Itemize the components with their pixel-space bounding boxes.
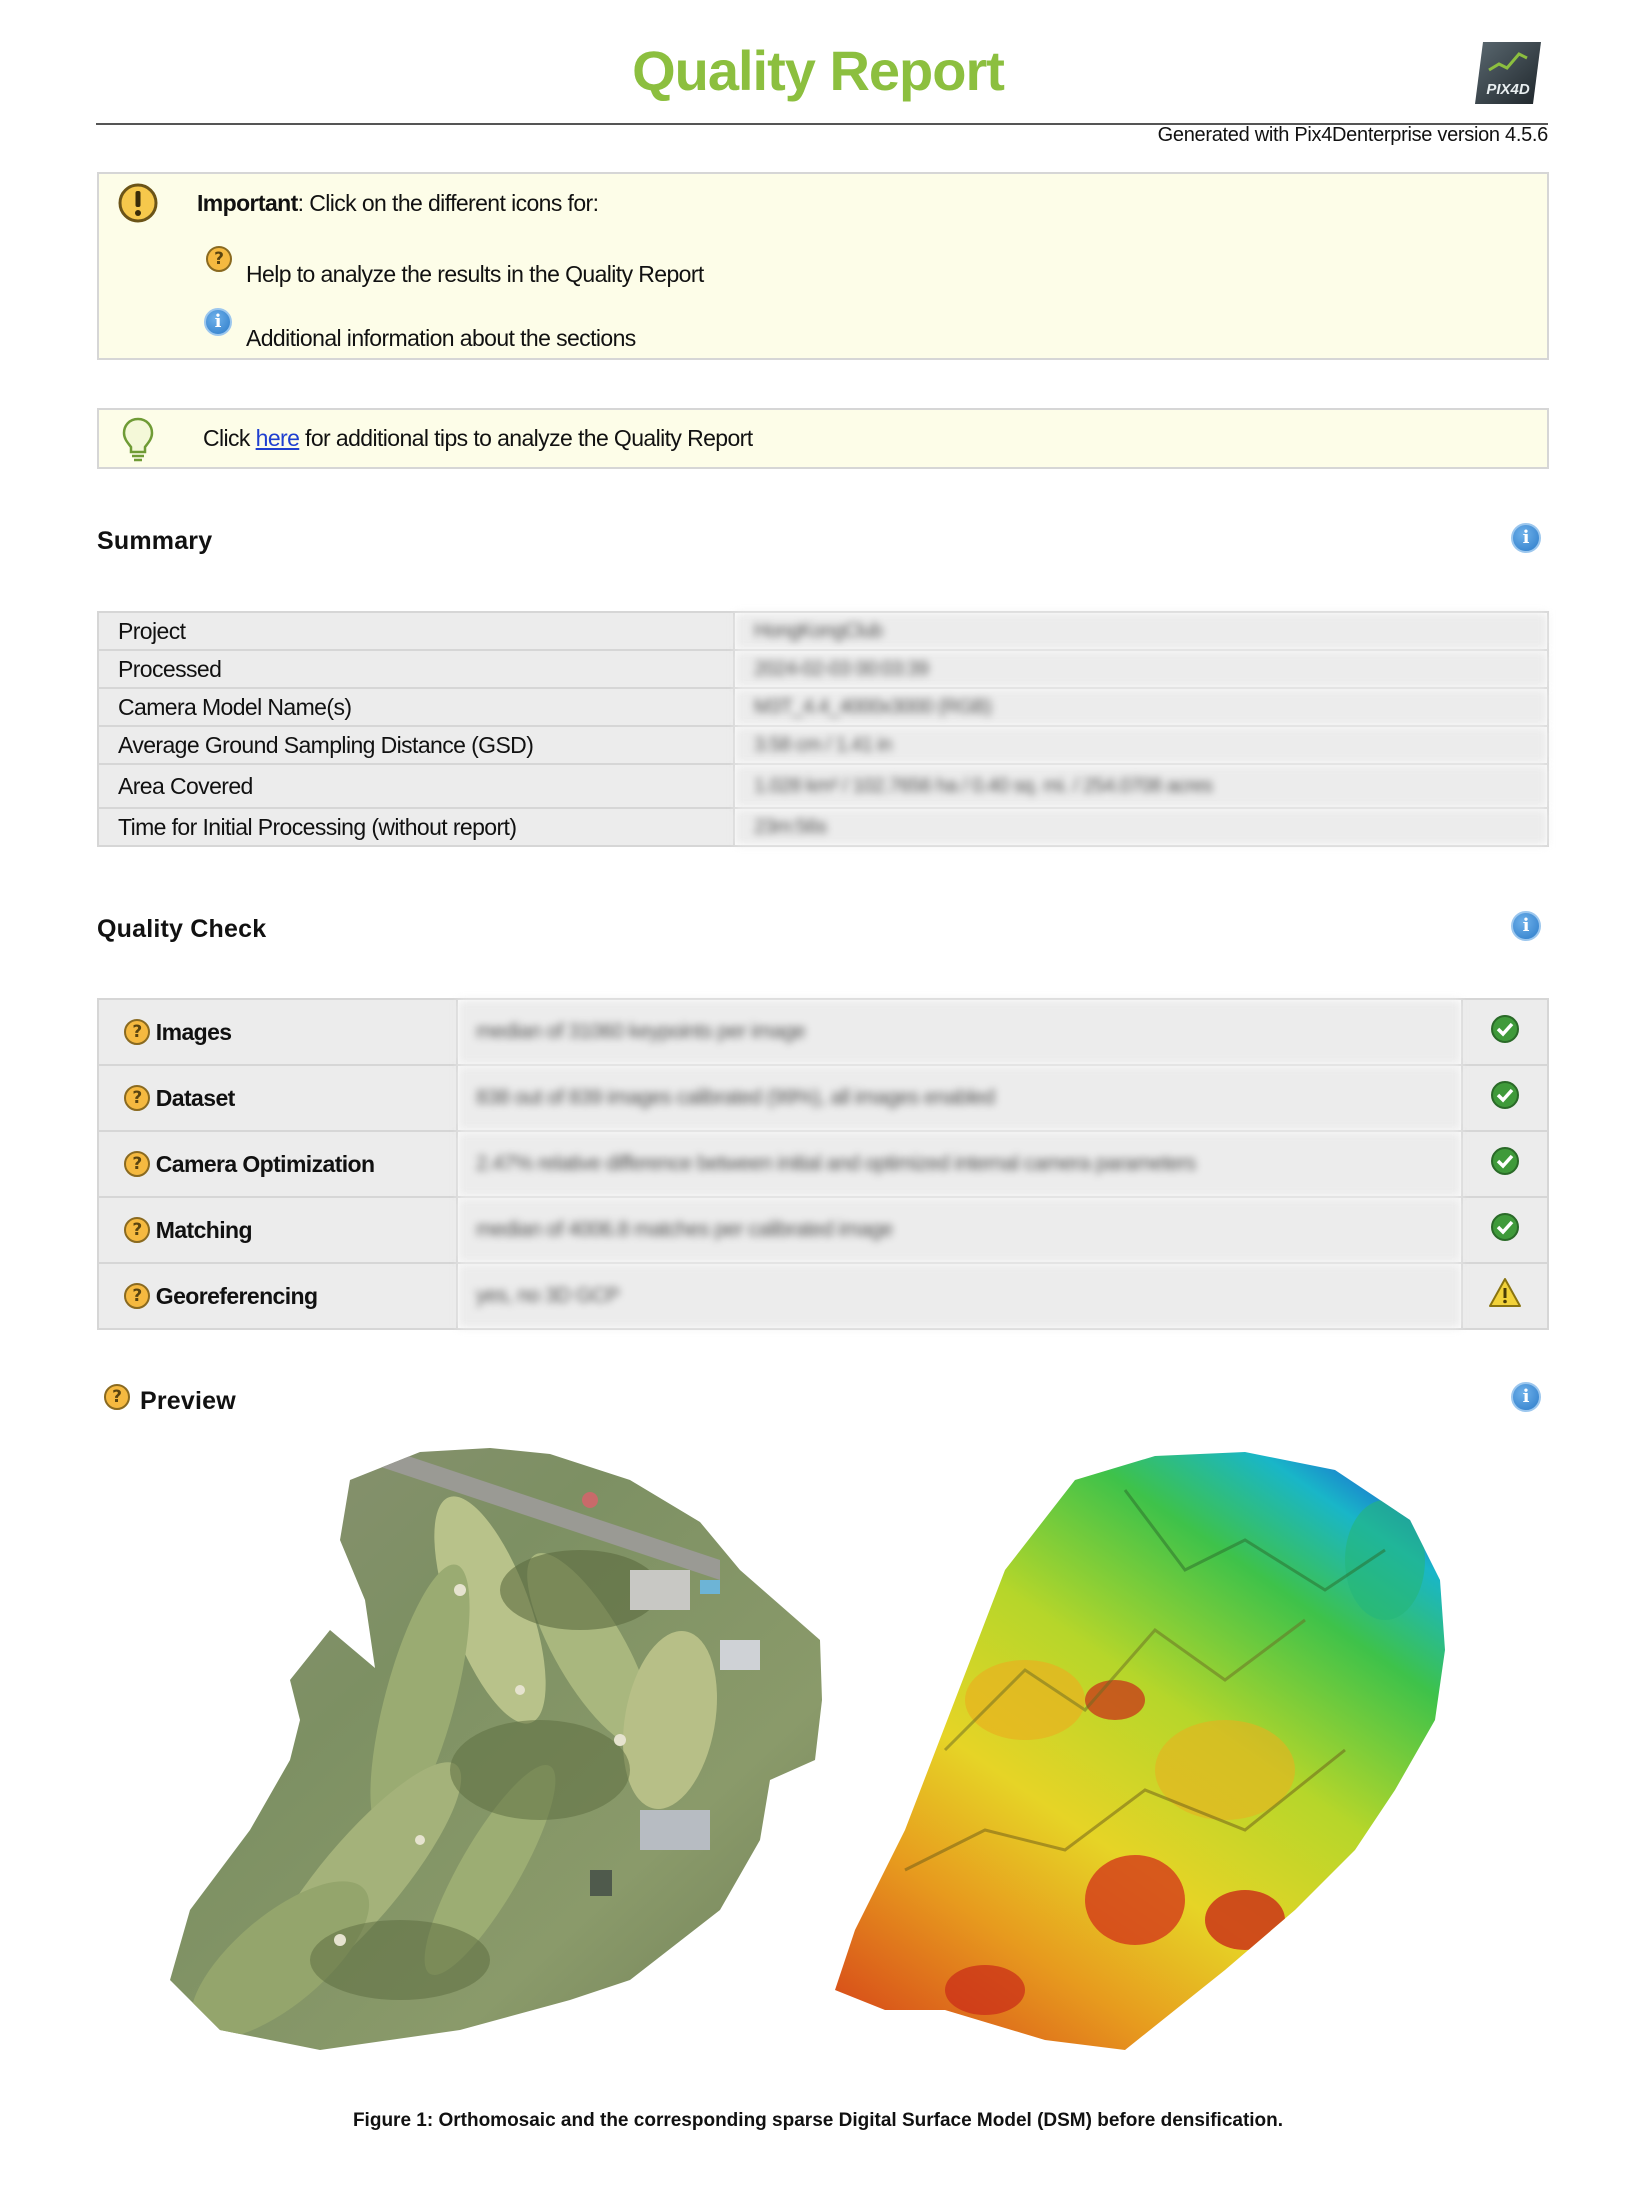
quality-check-info-icon[interactable]: i (1511, 911, 1541, 941)
qc-label: Images (155, 1018, 232, 1045)
qc-label-cell: ? Camera Optimization (97, 1130, 458, 1198)
summary-value: M3T_4.4_4000x3000 (RGB) (733, 687, 1549, 727)
table-row: ? Images median of 31060 keypoints per i… (97, 998, 1549, 1066)
table-row: Area Covered 1.028 km² / 102.7656 ha / 0.… (97, 763, 1549, 809)
qc-label: Georeferencing (155, 1282, 318, 1309)
qc-status-cell (1461, 1196, 1549, 1264)
summary-value: 2024-02-03 00:03:39 (733, 649, 1549, 689)
figure-caption: Figure 1: Orthomosaic and the correspond… (352, 2110, 1284, 2131)
table-row: ? Georeferencing yes, no 3D GCP (97, 1262, 1549, 1330)
help-icon[interactable]: ? (124, 1216, 150, 1243)
tip-text: Click here for additional tips to analyz… (203, 425, 753, 452)
qc-value: yes, no 3D GCP (456, 1262, 1463, 1330)
warning-circle-icon (118, 183, 158, 223)
summary-table: Project HongKongClub Processed 2024-02-03 … (97, 611, 1549, 847)
qc-label-cell: ? Georeferencing (97, 1262, 458, 1330)
help-icon[interactable]: ? (124, 1282, 150, 1309)
qc-value: 838 out of 839 images calibrated (99%), … (456, 1064, 1463, 1132)
table-row: Camera Model Name(s) M3T_4.4_4000x3000 (R… (97, 687, 1549, 727)
summary-label: Processed (97, 649, 735, 689)
preview-heading: Preview (140, 1387, 236, 1415)
tip-suffix: for additional tips to analyze the Quali… (299, 425, 753, 451)
report-title: Quality Report (632, 39, 1005, 102)
important-box: Important: Click on the different icons … (97, 172, 1549, 360)
qc-status-cell (1461, 1262, 1549, 1330)
table-row: ? Camera Optimization 2.47% relative dif… (97, 1130, 1549, 1198)
qc-label-cell: ? Dataset (97, 1064, 458, 1132)
summary-label: Area Covered (97, 763, 735, 809)
summary-label: Time for Initial Processing (without rep… (97, 807, 735, 847)
check-icon (1491, 1213, 1519, 1241)
quality-check-table: ? Images median of 31060 keypoints per i… (97, 998, 1549, 1330)
tip-prefix: Click (203, 425, 256, 451)
summary-value: 3.58 cm / 1.41 in (733, 725, 1549, 765)
sparse-dsm-image (835, 1452, 1445, 2050)
qc-value: 2.47% relative difference between initia… (456, 1130, 1463, 1198)
help-line: Help to analyze the results in the Quali… (246, 261, 704, 287)
orthomosaic-image (170, 1448, 822, 2050)
info-icon[interactable]: i (204, 308, 232, 336)
summary-heading: Summary (97, 527, 213, 555)
help-icon[interactable]: ? (124, 1018, 150, 1045)
preview-info-icon[interactable]: i (1511, 1382, 1541, 1412)
qc-label-cell: ? Images (97, 998, 458, 1066)
summary-label: Camera Model Name(s) (97, 687, 735, 727)
preview-help-icon[interactable]: ? (104, 1384, 130, 1410)
pix4d-logo: PIX4D (1475, 42, 1541, 104)
quality-check-heading: Quality Check (97, 915, 267, 943)
svg-text:PIX4D: PIX4D (1486, 81, 1530, 98)
qc-value: median of 4006.8 matches per calibrated … (456, 1196, 1463, 1264)
help-icon[interactable]: ? (124, 1150, 150, 1177)
summary-value: 1.028 km² / 102.7656 ha / 0.40 sq. mi. /… (733, 763, 1549, 809)
tips-link[interactable]: here (256, 425, 300, 451)
summary-label: Project (97, 611, 735, 651)
tip-box: Click here for additional tips to analyz… (97, 408, 1549, 469)
table-row: Average Ground Sampling Distance (GSD) 3.… (97, 725, 1549, 765)
info-line: Additional information about the section… (246, 325, 636, 351)
lightbulb-icon (122, 417, 154, 462)
qc-label: Dataset (155, 1084, 236, 1111)
important-rest: : Click on the different icons for: (297, 190, 599, 216)
qc-label: Camera Optimization (155, 1150, 375, 1177)
table-row: Processed 2024-02-03 00:03:39 (97, 649, 1549, 689)
summary-info-icon[interactable]: i (1511, 523, 1541, 553)
check-icon (1491, 1147, 1519, 1175)
help-icon[interactable]: ? (124, 1084, 150, 1111)
qc-status-cell (1461, 998, 1549, 1066)
table-row: Project HongKongClub (97, 611, 1549, 651)
qc-value: median of 31060 keypoints per image (456, 998, 1463, 1066)
qc-status-cell (1461, 1064, 1549, 1132)
table-row: ? Matching median of 4006.8 matches per … (97, 1196, 1549, 1264)
help-icon[interactable]: ? (206, 246, 232, 272)
warning-triangle-icon (1489, 1278, 1521, 1307)
table-row: Time for Initial Processing (without rep… (97, 807, 1549, 847)
check-icon (1491, 1081, 1519, 1109)
summary-value: 23m:56s (733, 807, 1549, 847)
table-row: ? Dataset 838 out of 839 images calibrat… (97, 1064, 1549, 1132)
generated-with: Generated with Pix4Denterprise version 4… (1157, 124, 1549, 146)
qc-label: Matching (155, 1216, 253, 1243)
summary-label: Average Ground Sampling Distance (GSD) (97, 725, 735, 765)
important-label: Important: Click on the different icons … (197, 190, 599, 217)
summary-value: HongKongClub (733, 611, 1549, 651)
qc-status-cell (1461, 1130, 1549, 1198)
qc-label-cell: ? Matching (97, 1196, 458, 1264)
important-bold: Important (197, 190, 298, 216)
check-icon (1491, 1015, 1519, 1043)
